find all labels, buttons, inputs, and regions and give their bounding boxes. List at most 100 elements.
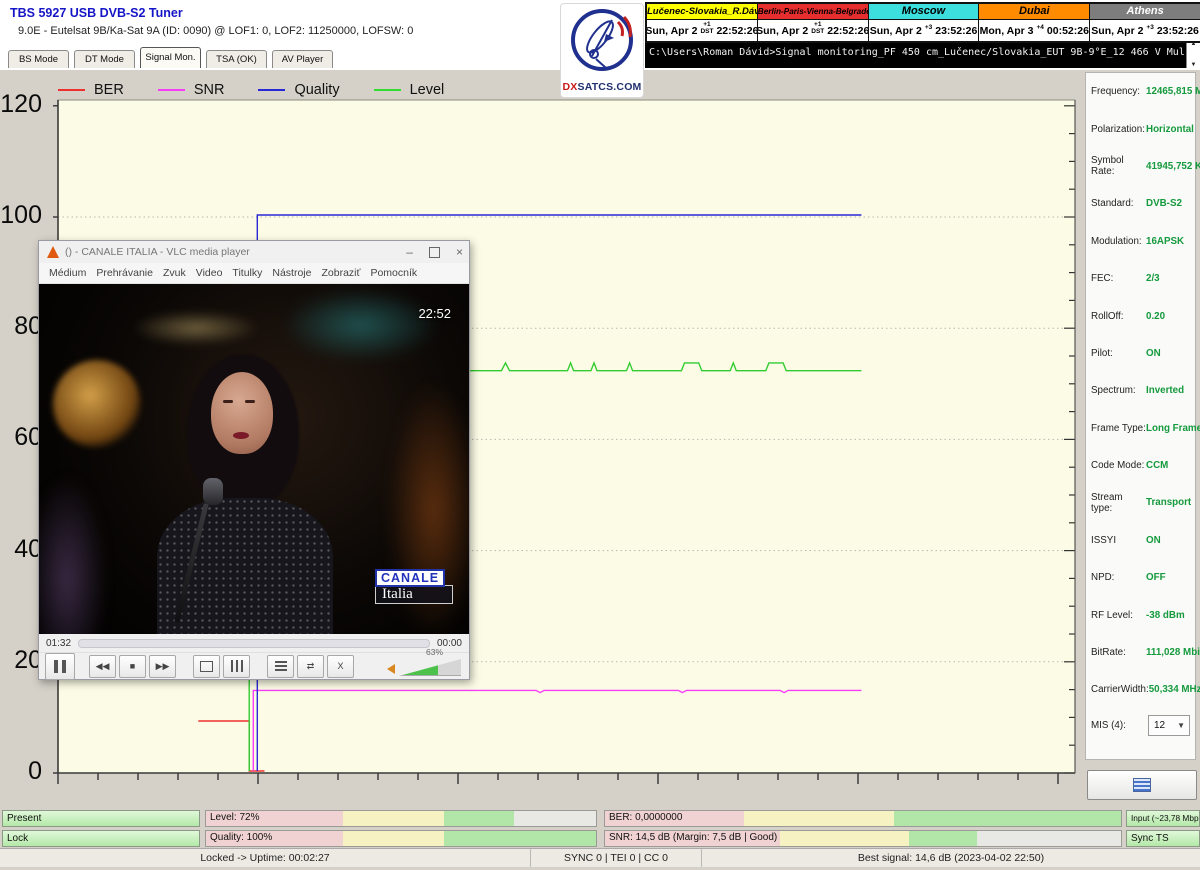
parameter-label: ISSYI [1091,535,1146,546]
parameter-label: NPD: [1091,572,1146,583]
vlc-video-area[interactable]: 22:52 CANALE Italia [39,284,469,634]
parameter-value: 2/3 [1146,273,1190,284]
parameter-value: CCM [1146,460,1190,471]
scroll-down-icon[interactable]: ▼ [1191,62,1197,68]
menu-m-dium[interactable]: Médium [49,267,86,279]
menu-zvuk[interactable]: Zvuk [163,267,186,279]
mis-dropdown[interactable]: 12 ▼ [1148,715,1190,736]
parameter-label: BitRate: [1091,647,1146,658]
logo-text: DXSATCS.COM [561,81,643,93]
shuffle-button[interactable]: X [327,655,354,678]
parameter-label: FEC: [1091,273,1146,284]
tab-av-player[interactable]: AV Player [272,50,333,68]
parameter-row: RF Level:-38 dBm [1086,596,1195,633]
parameter-value: ON [1146,348,1190,359]
pause-button[interactable] [45,653,75,680]
stop-button[interactable]: ■ [119,655,146,678]
menu-prehr-vanie[interactable]: Prehrávanie [96,267,153,279]
speaker-icon[interactable] [387,664,395,674]
stage-light [281,288,441,362]
clock-city-label: Lučenec-Slovakia_R.Dávid [647,4,757,20]
mis-selected-value: 12 [1154,720,1165,731]
singer-lips [233,432,249,439]
clock-city-label: Dubai [979,4,1089,20]
mis-label: MIS (4): [1091,720,1146,731]
parameter-value: Transport [1146,497,1191,508]
drum [53,360,141,448]
tab-bs-mode[interactable]: BS Mode [8,50,69,68]
vlc-window[interactable]: () - CANALE ITALIA - VLC media player – … [38,240,470,680]
menu-video[interactable]: Video [196,267,223,279]
parameter-value: Long Frame [1146,423,1200,434]
minimize-button[interactable]: – [406,245,413,259]
equalizer-button[interactable] [223,655,250,678]
table-view-button[interactable] [1087,770,1197,800]
mis-row: MIS (4): 12 ▼ [1086,709,1195,743]
dxsatcs-logo: DXSATCS.COM [560,3,644,98]
parameter-value: 12465,815 MHz [1146,86,1200,97]
vlc-window-title: () - CANALE ITALIA - VLC media player [65,246,250,258]
fullscreen-button[interactable] [193,655,220,678]
satellite-dish-logo-icon [562,4,642,78]
tab-tsa-ok-[interactable]: TSA (OK) [206,50,267,68]
satellite-subtitle: 9.0E - Eutelsat 9B/Ka-Sat 9A (ID: 0090) … [18,25,413,37]
parameter-row: RollOff:0.20 [1086,297,1195,334]
clock-time: Mon, Apr 3+400:52:26 [979,20,1089,41]
parameter-value: Horizontal [1146,124,1194,135]
y-axis-label: 100 [0,201,42,230]
console-window[interactable]: C:\Users\Roman Dávid>Signal monitoring_P… [645,41,1200,68]
clock-lu-enec-slovakia-r-d-vid: Lučenec-Slovakia_R.DávidSun, Apr 2+1DST2… [647,4,758,41]
parameter-label: Symbol Rate: [1091,155,1146,177]
menu-titulky[interactable]: Titulky [232,267,262,279]
volume-slider[interactable] [399,659,461,676]
parameter-row: FEC:2/3 [1086,260,1195,297]
clock-time: Sun, Apr 2+323:52:26 [1090,20,1200,41]
video-overlay-clock: 22:52 [418,306,451,321]
parameter-value: DVB-S2 [1146,198,1190,209]
loop-button[interactable]: ⇄ [297,655,324,678]
menu-n-stroje[interactable]: Nástroje [272,267,311,279]
seek-bar[interactable] [78,639,430,648]
playlist-button[interactable] [267,655,294,678]
console-scrollbar[interactable]: ▲ ▼ [1186,41,1200,68]
microphone [203,478,223,505]
parameter-value: -38 dBm [1146,610,1190,621]
status-lock-uptime: Locked -> Uptime: 00:02:27 [0,849,531,867]
parameter-label: Spectrum: [1091,385,1146,396]
signal-parameters-panel: Frequency:12465,815 MHzPolarization:Hori… [1085,72,1196,760]
parameter-rows: Frequency:12465,815 MHzPolarization:Hori… [1086,73,1195,709]
vlc-titlebar[interactable]: () - CANALE ITALIA - VLC media player – … [39,241,469,263]
level-meter: Level: 72% [205,810,597,827]
y-axis-label: 120 [0,90,42,119]
present-indicator: Present [2,810,200,827]
clock-moscow: MoscowSun, Apr 2+323:52:26 [869,4,980,41]
clock-city-label: Berlin-Paris-Vienna-Belgrade [758,4,868,20]
parameter-row: Modulation:16APSK [1086,223,1195,260]
close-button[interactable]: × [456,245,463,259]
legend-color-dash [258,89,285,91]
tab-dt-mode[interactable]: DT Mode [74,50,135,68]
cymbal [131,310,261,346]
menu-zobrazi-[interactable]: Zobraziť [321,267,360,279]
parameter-row: Pilot:ON [1086,335,1195,372]
next-button[interactable]: ▶▶ [149,655,176,678]
parameter-label: Standard: [1091,198,1146,209]
vlc-window-buttons: – × [390,241,463,263]
tab-signal-mon-[interactable]: Signal Mon. [140,47,201,68]
menu-pomocn-k[interactable]: Pomocník [370,267,417,279]
clock-city-label: Moscow [869,4,979,20]
meter-zone-green [444,811,514,826]
app-title: TBS 5927 USB DVB-S2 Tuner [10,6,183,20]
parameter-row: CarrierWidth:50,334 MHz [1086,671,1195,708]
maximize-button[interactable] [429,247,440,258]
console-command-text: C:\Users\Roman Dávid>Signal monitoring_P… [649,47,1184,58]
meter-label: Quality: 100% [210,832,272,843]
clock-berlin-paris-vienna-belgrade: Berlin-Paris-Vienna-BelgradeSun, Apr 2+1… [758,4,869,41]
previous-button[interactable]: ◀◀ [89,655,116,678]
parameter-value: 16APSK [1146,236,1190,247]
clock-time: Sun, Apr 2+1DST22:52:26 [758,20,868,41]
volume-control[interactable]: 63% [387,659,461,676]
parameter-label: Polarization: [1091,124,1146,135]
parameter-value: ON [1146,535,1190,546]
legend-color-dash [374,89,401,91]
